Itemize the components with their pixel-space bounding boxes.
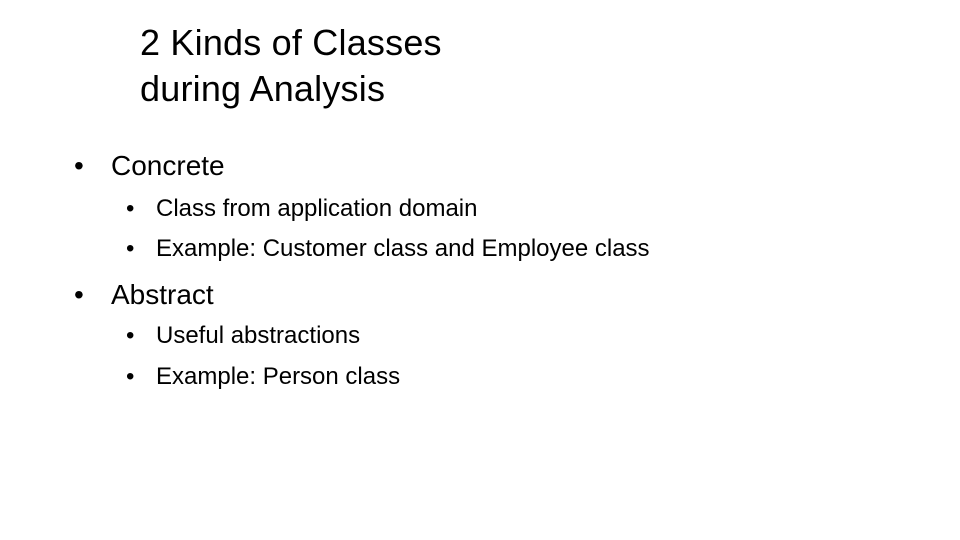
sub-bullet: • Example: Person class — [126, 361, 401, 393]
bullet-icon: • — [74, 150, 84, 181]
sub-bullet: • Useful abstractions — [126, 320, 361, 352]
bullet-concrete: • Concrete — [74, 148, 225, 184]
sub-bullet: • Class from application domain — [126, 193, 478, 225]
bullet-icon: • — [126, 195, 135, 222]
bullet-icon: • — [126, 235, 135, 262]
slide-body: • Concrete • Class from application doma… — [0, 0, 960, 540]
sub-bullet-label: Useful abstractions — [156, 322, 361, 349]
sub-bullet: • Example: Customer class and Employee c… — [126, 233, 650, 265]
bullet-icon: • — [126, 363, 135, 390]
bullet-label: Concrete — [111, 150, 225, 181]
bullet-abstract: • Abstract — [74, 277, 214, 313]
bullet-icon: • — [126, 322, 135, 349]
bullet-icon: • — [74, 279, 84, 310]
sub-bullet-label: Example: Customer class and Employee cla… — [156, 235, 650, 262]
sub-bullet-label: Class from application domain — [156, 195, 478, 222]
slide: 2 Kinds of Classes during Analysis • Con… — [0, 0, 960, 540]
bullet-label: Abstract — [111, 279, 214, 310]
sub-bullet-label: Example: Person class — [156, 363, 401, 390]
